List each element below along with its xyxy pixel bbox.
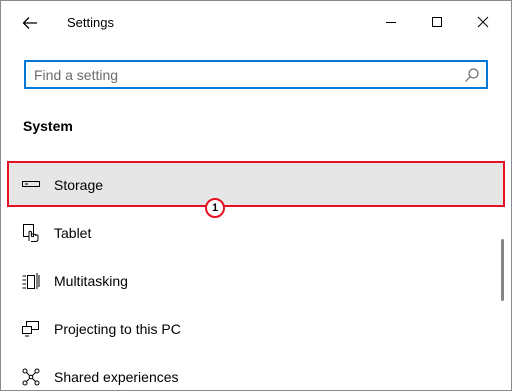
sidebar-item-label: Projecting to this PC — [54, 321, 181, 337]
shared-experiences-icon — [21, 368, 41, 386]
minimize-button[interactable] — [378, 9, 404, 35]
sidebar-item-label: Shared experiences — [54, 369, 179, 385]
title-bar: Settings — [1, 1, 511, 45]
sidebar-item-shared-experiences[interactable]: Shared experiences — [7, 354, 505, 390]
sidebar-item-storage[interactable]: Storage — [7, 161, 505, 207]
arrow-left-icon — [22, 17, 37, 29]
search-box — [24, 60, 488, 89]
sidebar-item-tablet[interactable]: Tablet — [7, 210, 505, 256]
scrollbar-thumb[interactable] — [501, 239, 504, 301]
section-heading: System — [23, 118, 73, 134]
storage-icon — [21, 175, 41, 193]
maximize-button[interactable] — [424, 9, 450, 35]
close-button[interactable] — [470, 9, 496, 35]
sidebar-item-label: Multitasking — [54, 273, 128, 289]
maximize-icon — [432, 17, 442, 27]
multitasking-icon — [21, 272, 41, 290]
back-button[interactable] — [15, 11, 45, 35]
close-icon — [477, 16, 489, 28]
annotation-marker: 1 — [205, 198, 225, 218]
search-input[interactable] — [26, 62, 454, 87]
sidebar-item-label: Tablet — [54, 225, 92, 241]
tablet-icon — [21, 224, 41, 242]
sidebar-item-multitasking[interactable]: Multitasking — [7, 258, 505, 304]
sidebar-item-projecting[interactable]: Projecting to this PC — [7, 306, 505, 352]
settings-window: Settings System — [0, 0, 512, 391]
search-icon[interactable] — [464, 67, 480, 83]
minimize-icon — [386, 22, 396, 23]
projecting-icon — [21, 320, 41, 338]
sidebar-item-label: Storage — [54, 177, 104, 193]
window-title: Settings — [67, 15, 114, 30]
